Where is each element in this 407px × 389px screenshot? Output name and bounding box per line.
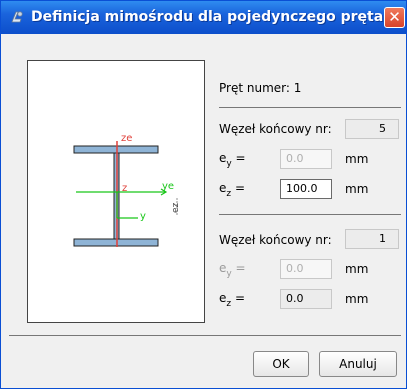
end-node-2-ez-unit: mm xyxy=(345,292,369,306)
end-node-1-ey-label: ey = xyxy=(219,151,246,169)
cancel-button[interactable]: Anuluj xyxy=(319,351,397,377)
title-bar[interactable]: Definicja mimośrodu dla pojedynczego prę… xyxy=(1,1,406,34)
end-node-1-ey-unit: mm xyxy=(345,152,369,166)
label-ze-top: ze xyxy=(121,133,132,144)
end-node-2-value: 1 xyxy=(345,229,399,249)
app-icon xyxy=(9,9,25,25)
label-y: y xyxy=(140,211,146,222)
label-z: z xyxy=(122,183,127,194)
end-node-1-ez-label: ez = xyxy=(219,181,246,199)
bar-number-label: Pręt numer: 1 xyxy=(219,81,302,95)
i-beam-drawing: ze ye z y ez xyxy=(73,133,181,247)
window-title: Definicja mimośrodu dla pojedynczego prę… xyxy=(31,9,384,25)
separator-1 xyxy=(219,107,401,108)
dialog-window: Definicja mimośrodu dla pojedynczego prę… xyxy=(0,0,407,389)
end-node-1-label: Węzeł końcowy nr: xyxy=(219,122,332,136)
label-ye: ye xyxy=(162,181,174,192)
separator-2 xyxy=(219,214,401,215)
separator-bottom xyxy=(9,335,401,336)
end-node-1-value: 5 xyxy=(345,119,399,139)
end-node-2-ez-label: ez = xyxy=(219,291,246,309)
cross-section-preview: ze ye z y ez xyxy=(27,60,205,323)
end-node-1-ez-unit: mm xyxy=(345,182,369,196)
end-node-2-ez-input[interactable]: 0.0 xyxy=(280,289,332,309)
end-node-2-label: Węzeł końcowy nr: xyxy=(219,233,332,247)
end-node-2-ey-label: ey = xyxy=(219,261,246,279)
end-node-1-ey-input[interactable]: 0.0 xyxy=(280,149,332,169)
end-node-2-ey-input[interactable]: 0.0 xyxy=(280,259,332,279)
end-node-2-ey-unit: mm xyxy=(345,262,369,276)
close-button[interactable]: ✕ xyxy=(384,7,405,28)
ok-button[interactable]: OK xyxy=(253,351,309,377)
bottom-flange xyxy=(73,238,159,247)
top-flange xyxy=(73,145,159,154)
label-ez-rotated: ez xyxy=(171,202,181,213)
end-node-1-ez-input[interactable]: 100.0 xyxy=(280,179,332,199)
